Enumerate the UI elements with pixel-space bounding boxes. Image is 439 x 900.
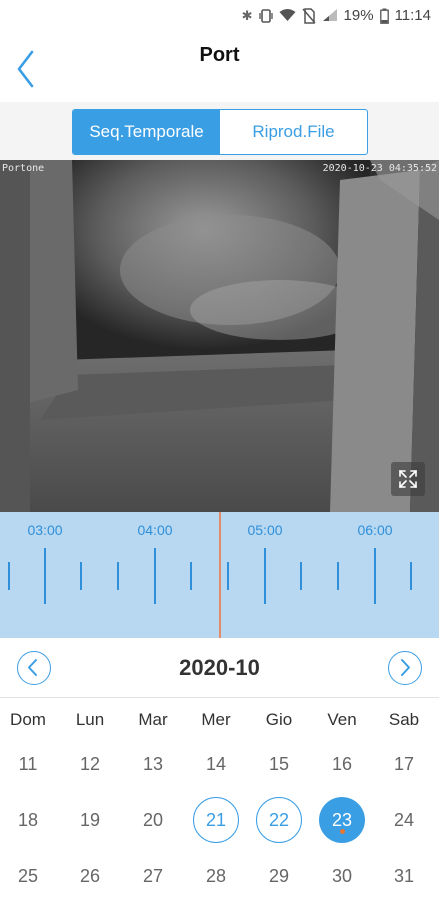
- calendar-day[interactable]: 27: [130, 853, 176, 899]
- expand-icon: [399, 470, 417, 488]
- calendar-day[interactable]: 12: [67, 741, 113, 787]
- signal-icon: [322, 8, 338, 24]
- calendar-day[interactable]: 20: [130, 797, 176, 843]
- timeline-tick: [227, 562, 229, 590]
- calendar-day-recorded[interactable]: 22: [256, 797, 302, 843]
- weekday-header: Dom: [10, 710, 46, 729]
- next-month-button[interactable]: [388, 651, 422, 685]
- fullscreen-button[interactable]: [391, 462, 425, 496]
- weekday-header: Ven: [327, 710, 357, 729]
- vibrate-icon: [258, 8, 273, 24]
- tab-seq-temporale[interactable]: Seq.Temporale: [73, 110, 220, 154]
- tab-riprod-file[interactable]: Riprod.File: [220, 110, 367, 154]
- calendar-day[interactable]: 24: [381, 797, 427, 843]
- calendar-day[interactable]: 28: [193, 853, 239, 899]
- month-title: 2020-10: [179, 655, 260, 680]
- calendar-grid: Dom Lun Mar Mer Gio Ven Sab 11 12 13 14 …: [0, 698, 439, 900]
- timeline-label: 05:00: [247, 522, 283, 538]
- calendar-day-recorded[interactable]: 21: [193, 797, 239, 843]
- header: Port: [0, 34, 439, 102]
- weekday-header: Mar: [138, 710, 168, 729]
- calendar-day[interactable]: 13: [130, 741, 176, 787]
- calendar-day-selected[interactable]: 23: [319, 797, 365, 843]
- playhead-cursor[interactable]: [219, 512, 221, 638]
- page-title: Port: [199, 44, 240, 66]
- calendar-day[interactable]: 15: [256, 741, 302, 787]
- video-player[interactable]: Portone 2020-10-23 04:35:52: [0, 160, 439, 512]
- timeline-tick: [410, 562, 412, 590]
- calendar-day[interactable]: 31: [381, 853, 427, 899]
- timeline-tick: [300, 562, 302, 590]
- camera-name-overlay: Portone: [2, 163, 45, 174]
- timeline-tick: [80, 562, 82, 590]
- month-navigation: 2020-10: [0, 638, 439, 698]
- calendar-day[interactable]: 26: [67, 853, 113, 899]
- timeline-label: 03:00: [27, 522, 63, 538]
- timeline-tick: [264, 548, 266, 604]
- no-sim-icon: [301, 7, 316, 24]
- calendar-day[interactable]: 14: [193, 741, 239, 787]
- event-dot: [339, 829, 345, 834]
- calendar-day[interactable]: 11: [5, 741, 51, 787]
- calendar-day[interactable]: 25: [5, 853, 51, 899]
- camera-frame: [0, 160, 439, 512]
- battery-level: 19%: [343, 7, 374, 24]
- timeline-label: 06:00: [357, 522, 393, 538]
- chevron-right-icon: [401, 659, 410, 676]
- calendar-day[interactable]: 29: [256, 853, 302, 899]
- timeline-tick: [44, 548, 46, 604]
- status-bar: ✱ 19% 11:14: [0, 0, 439, 34]
- timeline-tick: [374, 548, 376, 604]
- timeline-label: 04:00: [137, 522, 173, 538]
- wifi-icon: [279, 8, 296, 24]
- timeline-scrubber[interactable]: 03:00 04:00 05:00 06:00: [0, 512, 439, 638]
- mode-tabs-bar: Seq.Temporale Riprod.File: [0, 102, 439, 160]
- clock: 11:14: [394, 7, 431, 24]
- calendar-day[interactable]: 17: [381, 741, 427, 787]
- calendar-day[interactable]: 30: [319, 853, 365, 899]
- timeline-tick: [117, 562, 119, 590]
- weekday-header: Lun: [75, 710, 105, 729]
- timeline-tick: [154, 548, 156, 604]
- status-icons: ✱ 19% 11:14: [242, 7, 431, 24]
- calendar-day[interactable]: 16: [319, 741, 365, 787]
- timeline-tick: [8, 562, 10, 590]
- timestamp-overlay: 2020-10-23 04:35:52: [322, 163, 437, 174]
- weekday-header: Mer: [201, 710, 231, 729]
- selected-day-number: 23: [331, 809, 353, 830]
- battery-icon: [379, 8, 389, 24]
- calendar-day[interactable]: 18: [5, 797, 51, 843]
- timeline-tick: [190, 562, 192, 590]
- weekday-header: Gio: [265, 710, 293, 729]
- weekday-header: Sab: [388, 710, 420, 729]
- mode-tabs: Seq.Temporale Riprod.File: [72, 109, 368, 155]
- timeline-tick: [337, 562, 339, 590]
- calendar-day[interactable]: 19: [67, 797, 113, 843]
- bluetooth-icon: ✱: [241, 7, 253, 23]
